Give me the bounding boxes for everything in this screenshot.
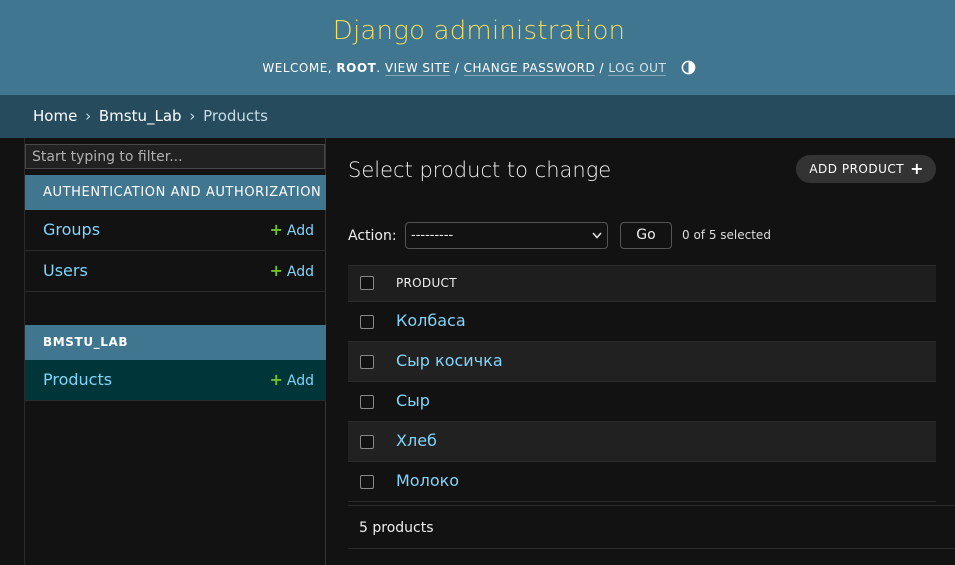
separator: / (595, 61, 609, 75)
chevron-down-icon (592, 223, 602, 257)
table-row: Хлеб (348, 422, 936, 462)
breadcrumb-app[interactable]: Bmstu_Lab (99, 107, 182, 125)
product-link[interactable]: Молоко (396, 462, 459, 500)
breadcrumb-current: Products (203, 107, 268, 125)
change-password-link[interactable]: Change password (463, 61, 596, 76)
sidebar: Authentication and Authorization Groups … (24, 138, 326, 565)
sidebar-item-products: Products + Add (25, 360, 326, 401)
add-products-link[interactable]: + Add (269, 360, 314, 401)
breadcrumb-separator: › (189, 107, 196, 125)
plus-icon: + (910, 159, 924, 178)
add-product-button[interactable]: Add product + (796, 155, 936, 183)
table-row: Сыр (348, 382, 936, 422)
row-checkbox[interactable] (360, 395, 374, 409)
page-title: Select product to change (348, 158, 612, 182)
site-name[interactable]: Django administration (0, 16, 955, 46)
breadcrumb: Home › Bmstu_Lab › Products (0, 95, 955, 138)
welcome-text: Welcome, (262, 61, 337, 75)
table-row: Молоко (348, 462, 936, 502)
actions-bar: Action: --------- Go 0 of 5 selected (348, 222, 955, 249)
user-tools: Welcome, root. View site / Change passwo… (0, 60, 955, 78)
table-row: Колбаса (348, 302, 936, 342)
result-table: Product Колбаса Сыр косичка Сыр Хлеб Мол… (348, 265, 936, 502)
product-link[interactable]: Сыр (396, 382, 430, 420)
sidebar-item-groups-link[interactable]: Groups (43, 210, 100, 250)
sidebar-item-products-link[interactable]: Products (43, 360, 112, 400)
action-label: Action: (348, 228, 397, 244)
add-label: Add (286, 264, 314, 280)
sidebar-filter-input[interactable] (25, 144, 325, 169)
plus-icon: + (269, 220, 283, 239)
select-all-checkbox[interactable] (360, 276, 374, 290)
row-checkbox[interactable] (360, 355, 374, 369)
add-groups-link[interactable]: + Add (269, 210, 314, 251)
action-select[interactable]: --------- (405, 222, 608, 249)
column-header-product[interactable]: Product (396, 266, 457, 301)
table-row: Сыр косичка (348, 342, 936, 382)
add-product-label: Add product (809, 162, 905, 176)
theme-toggle-icon[interactable] (681, 60, 696, 78)
row-checkbox[interactable] (360, 315, 374, 329)
product-link[interactable]: Колбаса (396, 302, 466, 340)
module-caption-bmstu-lab[interactable]: BMSTU_LAB (25, 325, 326, 360)
add-users-link[interactable]: + Add (269, 251, 314, 292)
log-out-link[interactable]: Log out (608, 61, 667, 76)
breadcrumb-home[interactable]: Home (33, 107, 77, 125)
product-link[interactable]: Сыр косичка (396, 342, 503, 380)
table-header: Product (348, 265, 936, 302)
row-checkbox[interactable] (360, 475, 374, 489)
go-button[interactable]: Go (620, 222, 672, 249)
main-content: Select product to change Add product + Ac… (348, 138, 955, 565)
sidebar-item-users: Users + Add (25, 251, 326, 292)
plus-icon: + (269, 370, 283, 389)
product-link[interactable]: Хлеб (396, 422, 437, 460)
module-caption-auth[interactable]: Authentication and Authorization (25, 175, 326, 210)
view-site-link[interactable]: View site (384, 61, 451, 76)
add-label: Add (286, 223, 314, 239)
paginator: 5 products (348, 505, 955, 549)
header: Django administration Welcome, root. Vie… (0, 0, 955, 95)
separator: / (450, 61, 464, 75)
selection-counter: 0 of 5 selected (682, 228, 771, 242)
row-checkbox[interactable] (360, 435, 374, 449)
sidebar-item-users-link[interactable]: Users (43, 251, 88, 291)
add-label: Add (286, 373, 314, 389)
sidebar-item-groups: Groups + Add (25, 210, 326, 251)
plus-icon: + (269, 261, 283, 280)
action-select-value: --------- (411, 228, 454, 243)
username: root (336, 61, 377, 75)
breadcrumb-separator: › (85, 107, 92, 125)
